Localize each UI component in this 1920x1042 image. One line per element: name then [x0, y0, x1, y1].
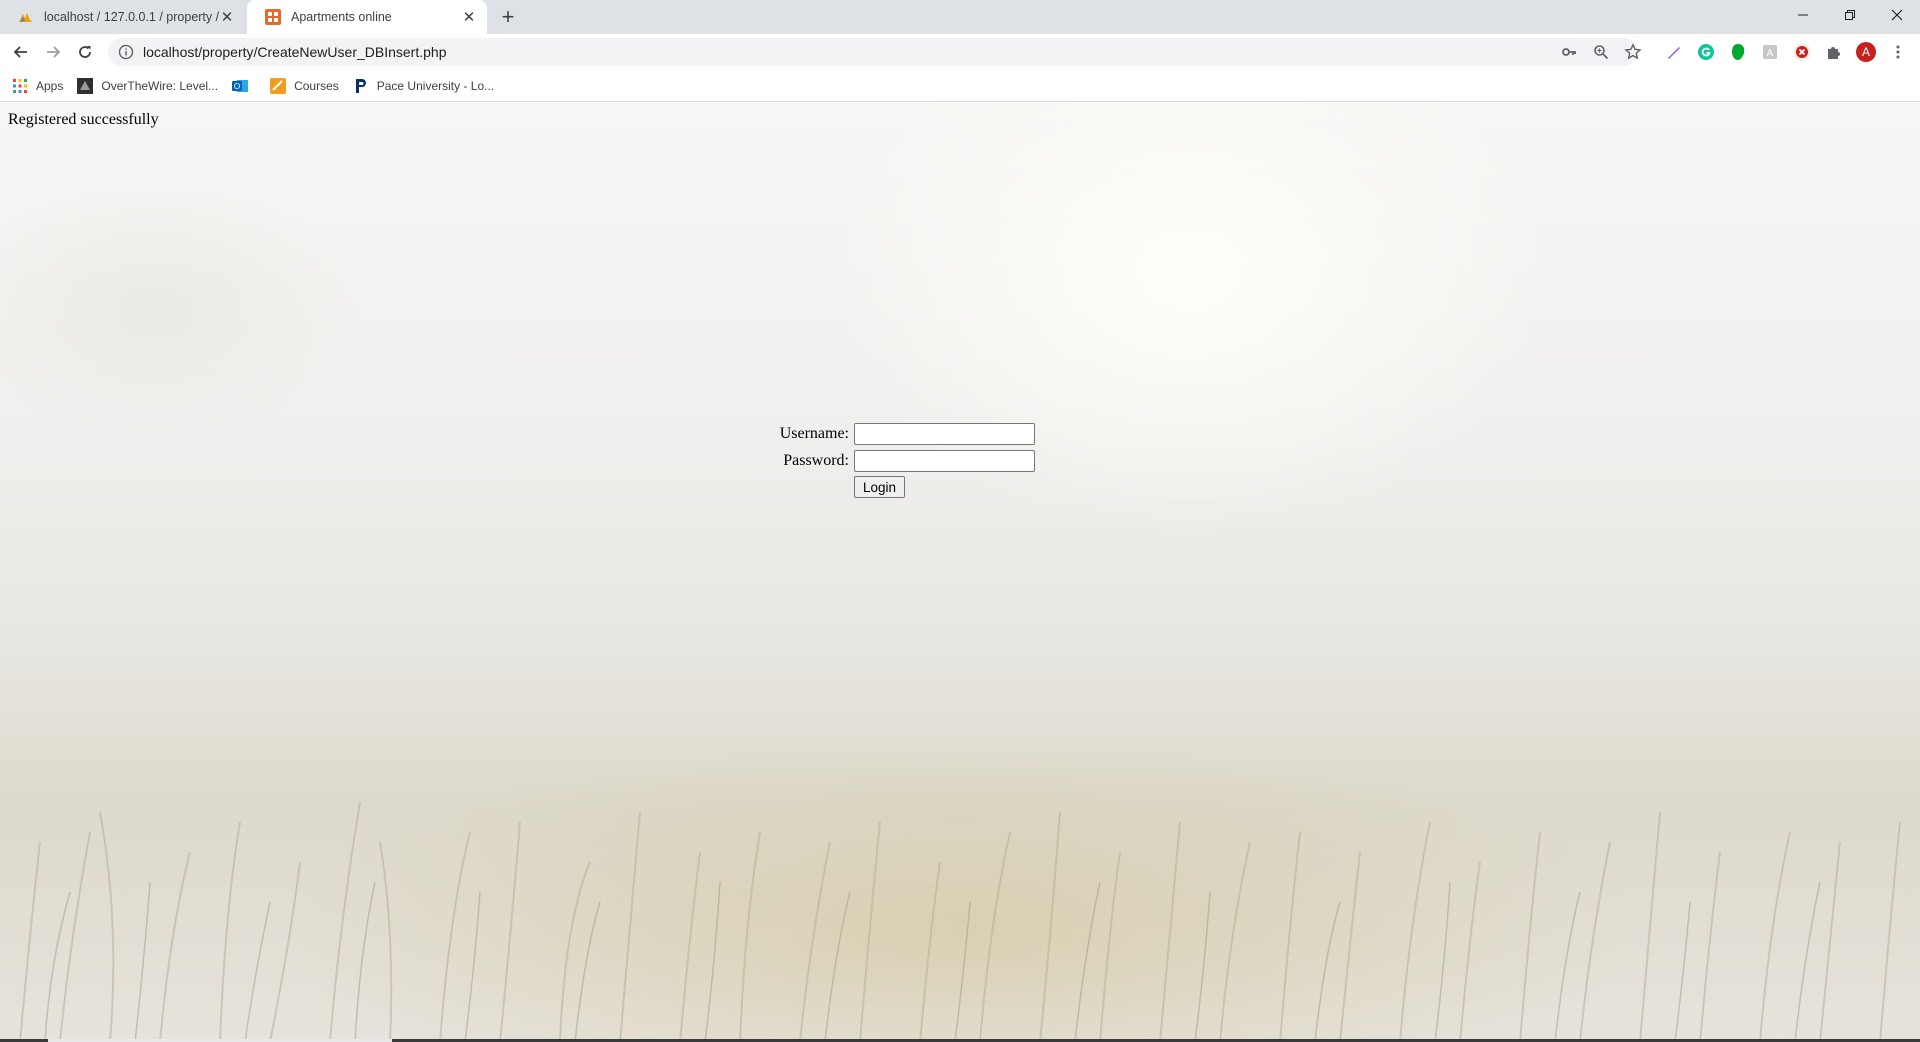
reload-button[interactable] [71, 38, 99, 66]
menu-dots-icon[interactable] [1888, 42, 1908, 62]
bookmark-overthewire[interactable]: OverTheWire: Level... [77, 77, 219, 94]
tab-title: localhost / 127.0.0.1 / property / [44, 10, 219, 24]
close-icon [1891, 9, 1903, 21]
back-arrow-icon [13, 46, 27, 58]
apartments-favicon [265, 9, 281, 25]
bookmark-label: OverTheWire: Level... [101, 78, 219, 93]
login-form: Username: Password: Login [772, 420, 1035, 498]
username-row: Username: [772, 420, 1035, 447]
address-bar[interactable]: localhost/property/CreateNewUser_DBInser… [108, 38, 1638, 66]
bookmark-apps[interactable]: Apps [12, 78, 63, 94]
outlook-icon: O [232, 78, 249, 94]
tab-phpmyadmin[interactable]: localhost / 127.0.0.1 / property / ✕ [0, 0, 245, 34]
key-icon[interactable] [1557, 40, 1581, 64]
page-content: Registered successfully Username: Passwo… [0, 103, 1920, 1042]
forward-button[interactable] [39, 38, 67, 66]
phpmyadmin-icon [19, 13, 33, 22]
bookmark-courses[interactable]: Courses [270, 77, 339, 94]
url-text[interactable]: localhost/property/CreateNewUser_DBInser… [143, 44, 446, 60]
reload-icon [79, 46, 91, 58]
grey-extension-icon[interactable]: A [1760, 42, 1780, 62]
bookmark-outlook[interactable]: O [232, 78, 256, 94]
minimize-button[interactable] [1780, 0, 1826, 30]
browser-toolbar: localhost/property/CreateNewUser_DBInser… [0, 34, 1920, 70]
info-icon[interactable] [118, 44, 134, 60]
zoom-icon[interactable] [1589, 40, 1613, 64]
evernote-icon[interactable] [1728, 42, 1748, 62]
puzzle-extensions-icon[interactable] [1824, 42, 1844, 62]
login-button-row: Login [772, 476, 1035, 498]
password-input[interactable] [854, 449, 1035, 472]
star-icon[interactable] [1621, 40, 1645, 64]
close-icon[interactable]: ✕ [461, 9, 477, 26]
courses-icon [270, 77, 287, 94]
password-label: Password: [783, 451, 849, 469]
username-input[interactable] [854, 422, 1035, 445]
restore-button[interactable] [1827, 0, 1873, 30]
bookmark-label: Pace University - Lo... [376, 78, 495, 93]
profile-avatar[interactable]: A [1856, 42, 1876, 62]
minimize-icon [1798, 14, 1808, 16]
back-button[interactable] [7, 38, 35, 66]
password-row: Password: [772, 447, 1035, 474]
status-message: Registered successfully [8, 111, 159, 128]
grammarly-icon[interactable] [1696, 42, 1716, 62]
forward-arrow-icon [47, 46, 61, 58]
close-window-button[interactable] [1874, 0, 1920, 30]
blocker-extension-icon[interactable] [1792, 42, 1812, 62]
svg-text:A: A [1767, 48, 1774, 59]
bookmarks-bar: Apps OverTheWire: Level... O Courses Pac… [0, 70, 1920, 102]
new-tab-button[interactable]: + [496, 4, 520, 29]
bookmark-label: Apps [36, 78, 64, 93]
close-icon[interactable]: ✕ [219, 9, 235, 26]
username-label: Username: [779, 424, 849, 442]
svg-text:O: O [234, 82, 240, 91]
profile-initial: A [1861, 45, 1870, 59]
bookmark-pace[interactable]: Pace University - Lo... [353, 78, 494, 94]
pace-icon [353, 78, 369, 94]
tab-title: Apartments online [291, 10, 392, 24]
apps-grid-icon [12, 78, 28, 94]
overthewire-icon [77, 77, 94, 94]
login-button[interactable]: Login [854, 476, 906, 498]
tab-strip: localhost / 127.0.0.1 / property / ✕ Apa… [0, 0, 1920, 34]
grass-background-image [19, 801, 1901, 1042]
pen-extension-icon[interactable] [1664, 42, 1684, 62]
bookmark-label: Courses [294, 78, 339, 93]
tab-apartments[interactable]: Apartments online ✕ [247, 0, 487, 34]
restore-icon [1845, 10, 1855, 20]
